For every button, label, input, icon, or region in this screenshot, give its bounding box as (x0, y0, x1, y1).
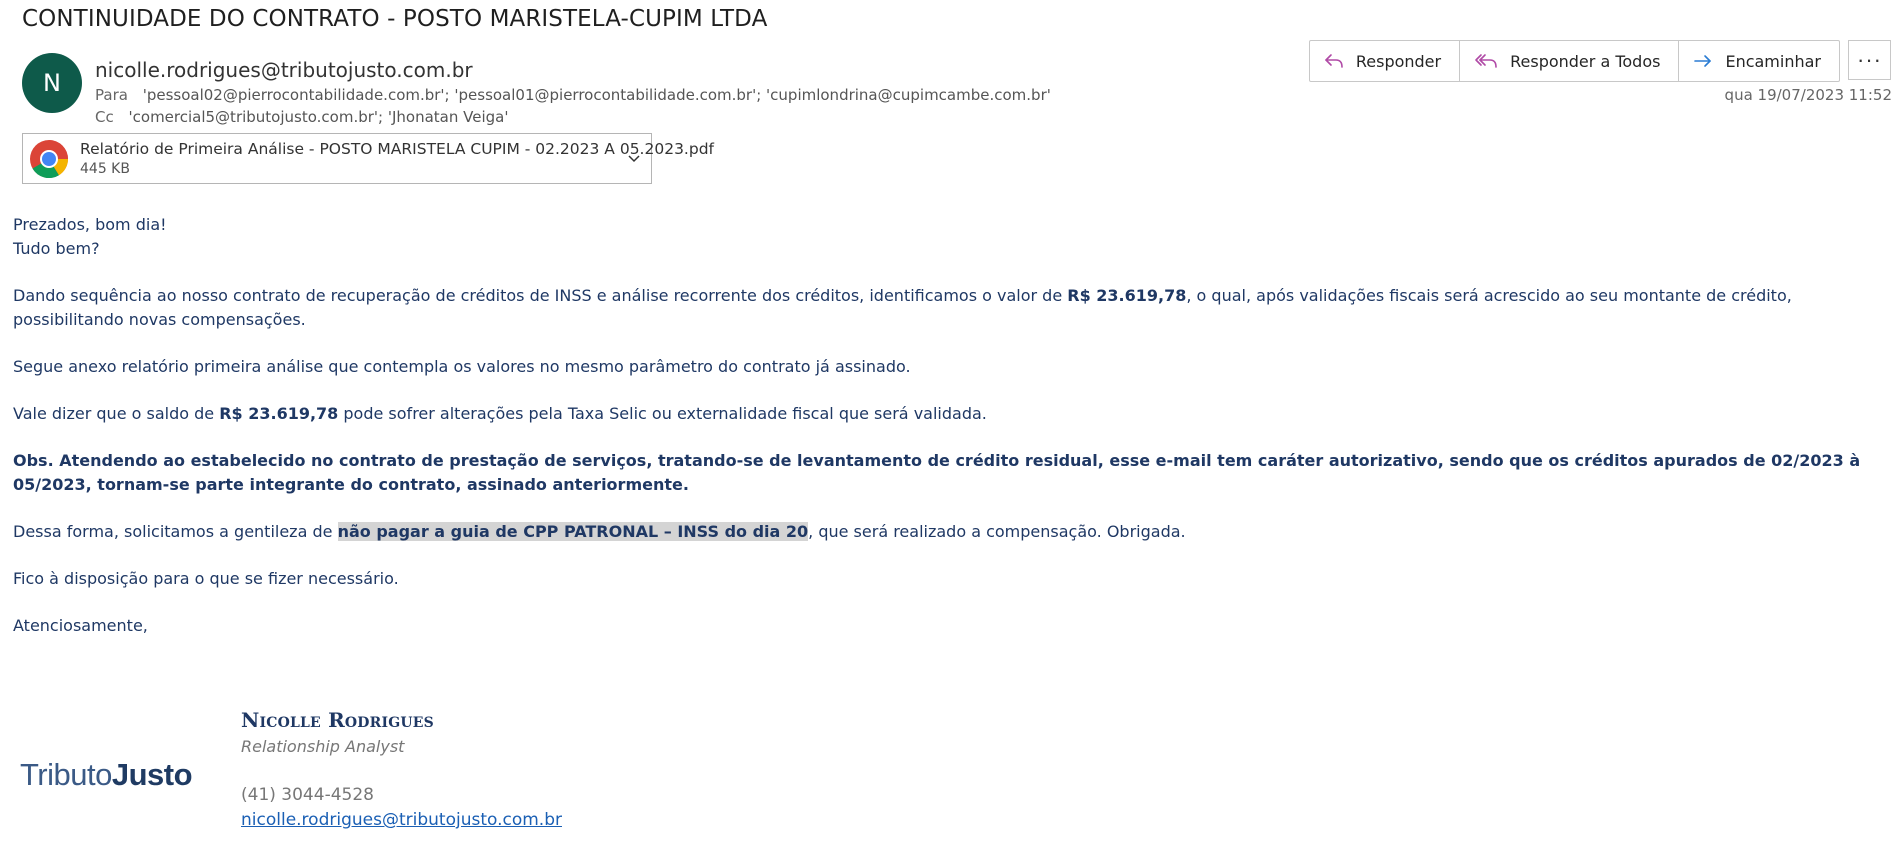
logo-part-1: Tributo (20, 757, 112, 792)
to-row: Para 'pessoal02@pierrocontabilidade.com.… (95, 86, 1051, 104)
signature-title: Relationship Analyst (241, 737, 405, 756)
paragraph-attachment-note: Segue anexo relatório primeira análise q… (13, 357, 911, 376)
email-body: Prezados, bom dia! Tudo bem? Dando sequê… (13, 213, 1873, 661)
chrome-icon (30, 140, 69, 179)
greeting-question: Tudo bem? (13, 239, 100, 258)
paragraph-obs: Obs. Atendendo ao estabelecido no contra… (13, 449, 1873, 497)
obs-text: Obs. Atendendo ao estabelecido no contra… (13, 451, 1861, 494)
attachment-size: 445 KB (80, 161, 130, 177)
cc-recipients[interactable]: 'comercial5@tributojusto.com.br'; 'Jhona… (129, 108, 509, 126)
email-subject: CONTINUIDADE DO CONTRATO - POSTO MARISTE… (22, 6, 768, 32)
reply-icon (1325, 54, 1343, 68)
attachment-filename: Relatório de Primeira Análise - POSTO MA… (80, 140, 714, 158)
p3-text-b: pode sofrer alterações pela Taxa Selic o… (338, 404, 987, 423)
attachment-card[interactable]: Relatório de Primeira Análise - POSTO MA… (22, 133, 714, 184)
forward-button[interactable]: Encaminhar (1679, 41, 1839, 81)
reply-all-label: Responder a Todos (1510, 51, 1661, 71)
cc-row: Cc 'comercial5@tributojusto.com.br'; 'Jh… (95, 108, 508, 126)
forward-label: Encaminhar (1725, 51, 1821, 71)
reply-all-icon (1475, 54, 1497, 68)
paragraph-request: Dessa forma, solicitamos a gentileza de … (13, 520, 1873, 544)
credit-amount: R$ 23.619,78 (1067, 286, 1187, 305)
paragraph-credits: Dando sequência ao nosso contrato de rec… (13, 284, 1873, 332)
p3-text-a: Vale dizer que o saldo de (13, 404, 220, 423)
balance-amount: R$ 23.619,78 (219, 404, 339, 423)
p5-text-a: Dessa forma, solicitamos a gentileza de (13, 522, 338, 541)
company-logo: TributoJusto (20, 757, 193, 793)
p5-text-b: , que será realizado a compensação. Obri… (808, 522, 1186, 541)
greeting-line: Prezados, bom dia! (13, 215, 167, 234)
to-recipients[interactable]: 'pessoal02@pierrocontabilidade.com.br'; … (143, 86, 1051, 104)
reply-actions-toolbar: Responder Responder a Todos Encaminhar (1308, 40, 1840, 82)
closing-line: Atenciosamente, (13, 616, 148, 635)
sent-date: qua 19/07/2023 11:52 (1724, 86, 1892, 104)
paragraph-balance: Vale dizer que o saldo de R$ 23.619,78 p… (13, 402, 1873, 426)
chevron-down-icon[interactable] (627, 152, 641, 166)
cc-label: Cc (95, 108, 114, 126)
p1-text-a: Dando sequência ao nosso contrato de rec… (13, 286, 1068, 305)
more-options-button[interactable]: ··· (1848, 40, 1891, 80)
signature-phone: (41) 3044-4528 (241, 785, 374, 805)
signature-email-link[interactable]: nicolle.rodrigues@tributojusto.com.br (241, 810, 562, 830)
reply-all-button[interactable]: Responder a Todos (1460, 41, 1680, 81)
to-label: Para (95, 86, 128, 104)
paragraph-availability: Fico à disposição para o que se fizer ne… (13, 569, 399, 588)
reply-label: Responder (1355, 51, 1442, 71)
sender-avatar[interactable]: N (22, 53, 82, 113)
highlighted-instruction: não pagar a guia de CPP PATRONAL – INSS … (337, 522, 809, 541)
logo-part-2: Justo (111, 757, 193, 792)
signature-name: Nicolle Rodrigues (241, 708, 434, 732)
forward-arrow-icon (1694, 55, 1712, 67)
reply-button[interactable]: Responder (1310, 41, 1461, 81)
sender-address[interactable]: nicolle.rodrigues@tributojusto.com.br (95, 58, 473, 82)
